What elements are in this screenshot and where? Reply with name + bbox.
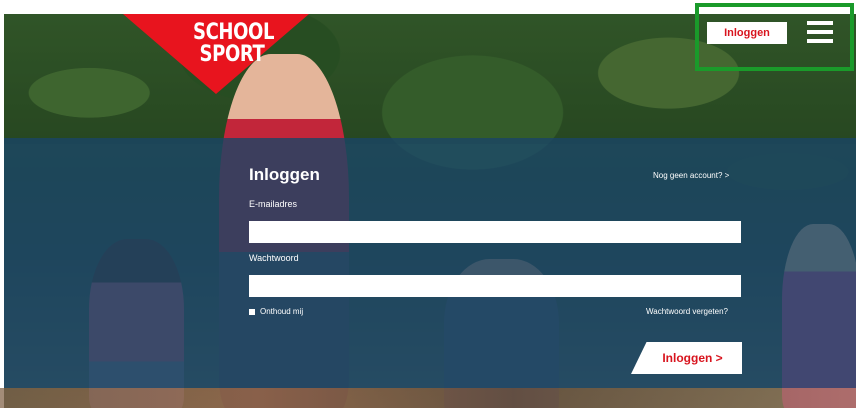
forgot-password-link[interactable]: Wachtwoord vergeten? (646, 307, 728, 316)
photo-bottom (0, 388, 856, 408)
login-title: Inloggen (249, 165, 320, 184)
logo-line1: SCHOOL (193, 20, 275, 45)
login-submit-button[interactable]: Inloggen > (631, 342, 742, 374)
register-link[interactable]: Nog geen account? > (653, 171, 729, 180)
submit-label: Inloggen > (662, 351, 723, 365)
remember-checkbox[interactable] (249, 308, 255, 315)
email-input[interactable] (249, 221, 741, 243)
page: SCHOOL SPORT Inloggen Inloggen Nog geen … (0, 0, 856, 408)
password-label: Wachtwoord (249, 253, 299, 263)
password-input[interactable] (249, 275, 741, 297)
remember-me[interactable]: Onthoud mij (249, 307, 303, 316)
header-login-button[interactable]: Inloggen (707, 22, 787, 44)
logo[interactable]: SCHOOL SPORT (193, 22, 275, 66)
email-label: E-mailadres (249, 199, 298, 209)
hamburger-menu-icon[interactable] (807, 21, 833, 43)
remember-label: Onthoud mij (260, 307, 304, 316)
logo-line2: SPORT (199, 42, 265, 67)
